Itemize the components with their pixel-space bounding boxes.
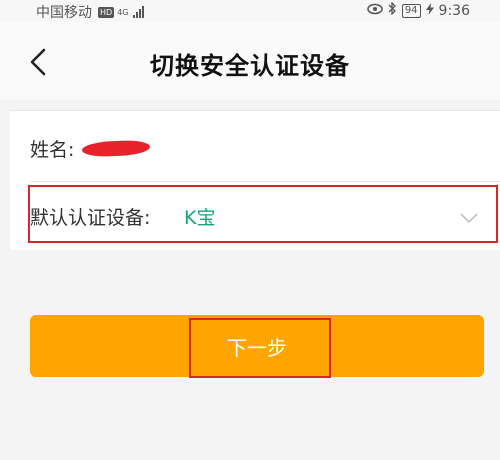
redacted-name-mark <box>82 139 151 158</box>
battery-level: 94 <box>401 3 421 18</box>
charging-icon <box>425 2 434 19</box>
device-value: K宝 <box>184 207 216 229</box>
default-device-select[interactable]: 默认认证设备: K宝 <box>10 183 500 251</box>
page-title: 切换安全认证设备 <box>150 52 350 80</box>
device-label: 默认认证设备: <box>30 207 151 229</box>
chevron-down-icon <box>460 209 478 228</box>
status-left: 中国移动 HD 4G <box>36 2 145 22</box>
divider <box>30 181 500 182</box>
status-bar: 中国移动 HD 4G 94 9:36 <box>0 0 500 22</box>
name-row: 姓名: <box>30 135 151 162</box>
name-label: 姓名: <box>30 139 75 161</box>
status-right: 94 9:36 <box>367 1 470 19</box>
next-step-button[interactable]: 下一步 <box>30 315 484 377</box>
nav-header: 切换安全认证设备 <box>0 22 500 100</box>
form-card: 姓名: 默认认证设备: K宝 <box>10 110 500 252</box>
signal-icon <box>133 6 145 18</box>
clock-time: 9:36 <box>438 2 470 19</box>
carrier-name: 中国移动 <box>36 5 92 21</box>
bluetooth-icon <box>388 1 397 19</box>
eye-icon <box>367 3 383 19</box>
hd-badge: HD <box>98 6 115 18</box>
network-type: 4G <box>117 7 129 17</box>
